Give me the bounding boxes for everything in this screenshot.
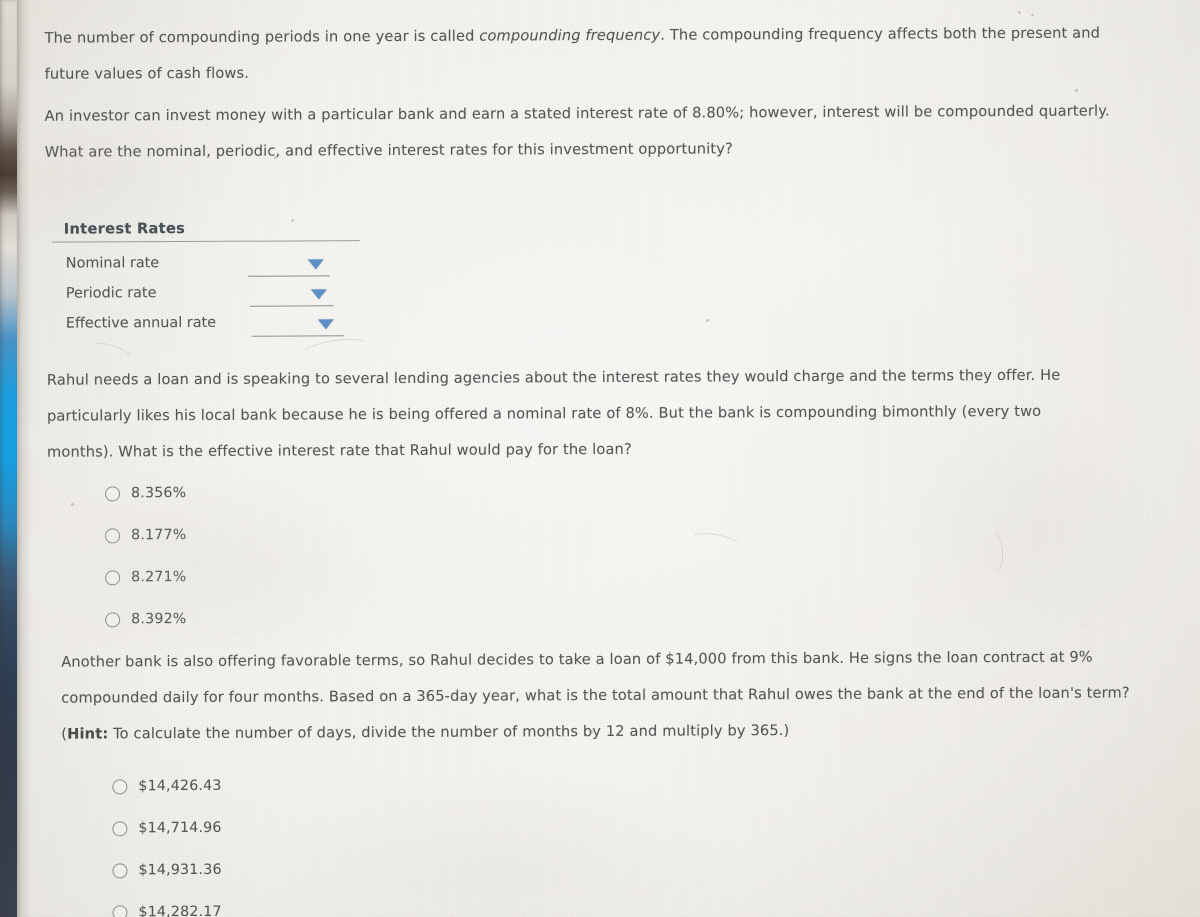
caret-down-icon [317,319,334,330]
table-row: Effective annual rate [52,307,372,339]
interest-rates-header: Interest Rates [63,220,186,238]
rate-label-periodic: Periodic rate [65,285,157,302]
radio-button-icon[interactable] [105,569,121,585]
paragraph-investor-question: An investor can invest money with a part… [44,102,1110,161]
option-label: $14,282.17 [138,903,222,917]
left-edge-shadow [15,0,31,917]
option-label: $14,714.96 [138,819,222,837]
intro-text-before-italic: The number of compounding periods in one… [44,27,480,47]
radio-button-icon[interactable] [112,820,128,836]
rate-label-nominal: Nominal rate [65,255,160,272]
question-content: The number of compounding periods in one… [0,0,1200,917]
rate-label-effective-annual: Effective annual rate [65,314,217,332]
radio-button-icon[interactable] [105,527,121,543]
radio-button-icon[interactable] [112,904,128,917]
table-header-divider [51,240,360,243]
photographed-screen: The number of compounding periods in one… [0,0,1200,917]
option-label: 8.177% [131,527,187,544]
option-loan-amount-3[interactable]: $14,931.36 [112,849,222,892]
option-loan-amount-1[interactable]: $14,426.43 [112,765,222,808]
paragraph-compounding-frequency: The number of compounding periods in one… [45,16,1110,93]
radio-button-icon[interactable] [105,611,121,627]
field-underline [251,335,344,337]
option-effective-rate-2[interactable]: 8.177% [105,514,186,556]
paragraph-another-bank-question: Another bank is also offering favorable … [61,639,1136,752]
caret-down-icon [310,289,327,300]
effective-rate-option-group: 8.356% 8.177% 8.271% 8.392% [105,472,186,640]
radio-button-icon[interactable] [112,778,128,794]
table-row: Periodic rate [52,277,372,309]
option-loan-amount-2[interactable]: $14,714.96 [112,807,222,850]
option-effective-rate-3[interactable]: 8.271% [105,556,186,598]
option-effective-rate-4[interactable]: 8.392% [105,598,186,640]
caret-down-icon [307,259,324,270]
hint-label: Hint: [67,725,109,743]
intro-italic-term: compounding frequency [479,26,661,45]
option-label: $14,931.36 [138,861,222,879]
interest-rates-table: Interest Rates Nominal rate Periodic rat… [51,219,372,339]
option-effective-rate-1[interactable]: 8.356% [105,472,186,514]
adjacent-window-edge [0,0,17,917]
table-row: Nominal rate [52,247,372,279]
document-surface: The number of compounding periods in one… [0,0,1200,917]
option-label: $14,426.43 [138,777,222,795]
paragraph-rahul-loan-question: Rahul needs a loan and is speaking to se… [46,366,1061,461]
option-loan-amount-4[interactable]: $14,282.17 [112,891,222,917]
radio-button-icon[interactable] [105,485,121,501]
option-label: 8.356% [131,485,187,502]
loan-amount-option-group: $14,426.43 $14,714.96 $14,931.36 $14,282… [112,765,222,917]
another-text-part2: To calculate the number of days, divide … [108,722,790,743]
option-label: 8.271% [131,569,187,586]
radio-button-icon[interactable] [112,862,128,878]
option-label: 8.392% [131,611,187,628]
